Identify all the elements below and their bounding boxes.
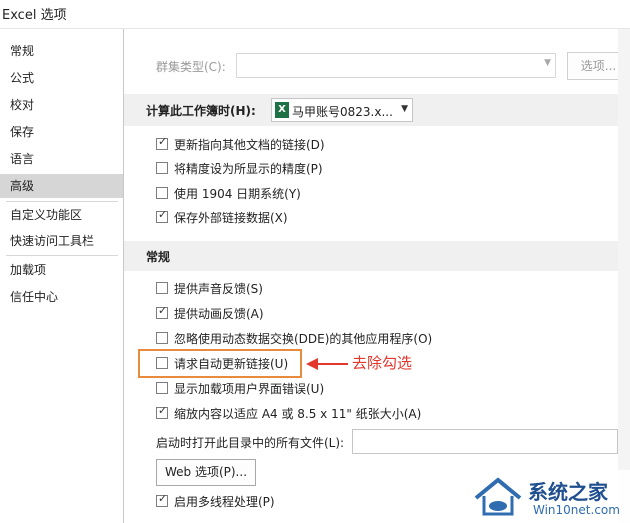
highlight-box [138, 349, 302, 378]
sidebar-item-proofing[interactable]: 校对 [0, 93, 123, 117]
house-logo-icon [474, 477, 522, 516]
window-title: Excel 选项 [2, 8, 67, 23]
checkbox-box[interactable]: ✓ [156, 492, 168, 507]
advanced-options-panel: 群集类型(C): ▼ 选项... 计算此工作簿时(H): X 马甲账号0823.… [124, 29, 630, 523]
cluster-type-label: 群集类型(C): [156, 60, 226, 74]
checkbox-label: 缩放内容以适应 A4 或 8.5 x 11" 纸张大小(A) [174, 407, 422, 421]
startup-folder-label: 启动时打开此目录中的所有文件(L): [156, 436, 345, 450]
web-options-button[interactable]: Web 选项(P)... [156, 459, 256, 486]
watermark-url: Win10net.com [533, 503, 620, 517]
general-section-title: 常规 [146, 250, 171, 264]
checkbox-box[interactable]: ✓ [156, 404, 168, 419]
sidebar-item-customize-ribbon[interactable]: 自定义功能区 [0, 203, 123, 227]
checkbox-label: 更新指向其他文档的链接(D) [174, 138, 325, 152]
checkbox-label: 使用 1904 日期系统(Y) [174, 187, 301, 201]
sidebar-item-formulas[interactable]: 公式 [0, 66, 123, 90]
checkmark-icon: ✓ [158, 304, 168, 317]
checkbox-box[interactable] [156, 162, 168, 174]
excel-file-icon: X [275, 102, 289, 118]
checkbox-label: 忽略使用动态数据交换(DDE)的其他应用程序(O) [174, 332, 433, 346]
annotation-text: 去除勾选 [352, 354, 413, 372]
arrow-left-icon [306, 358, 348, 370]
chevron-down-icon: ▼ [544, 58, 551, 68]
sidebar-item-quick-access-toolbar[interactable]: 快速访问工具栏 [0, 229, 123, 253]
sidebar-divider [6, 255, 118, 256]
checkmark-icon: ✓ [158, 492, 168, 505]
checkbox-box[interactable]: ✓ [156, 135, 168, 150]
sidebar-item-general[interactable]: 常规 [0, 39, 123, 63]
sidebar-item-advanced[interactable]: 高级 [0, 174, 123, 198]
calc-section-title: 计算此工作簿时(H): [146, 104, 256, 118]
vertical-scrollbar[interactable] [618, 29, 630, 523]
checkbox-label: 将精度设为所显示的精度(P) [174, 162, 323, 176]
sidebar-divider [6, 201, 118, 202]
checkbox-label: 显示加载项用户界面错误(U) [174, 382, 325, 396]
checkmark-icon: ✓ [158, 208, 168, 221]
section-header-general [124, 241, 618, 271]
title-bar: Excel 选项 [0, 0, 630, 29]
startup-folder-input[interactable] [352, 429, 618, 454]
checkbox-label: 启用多线程处理(P) [174, 495, 275, 509]
watermark-brand: 系统之家 [528, 480, 608, 504]
options-sidebar: 常规 公式 校对 保存 语言 高级 自定义功能区 快速访问工具栏 加载项 信任中… [0, 29, 124, 523]
checkmark-icon: ✓ [158, 404, 168, 417]
sidebar-item-save[interactable]: 保存 [0, 120, 123, 144]
checkbox-box[interactable] [156, 332, 168, 344]
sidebar-item-language[interactable]: 语言 [0, 147, 123, 171]
checkmark-icon: ✓ [158, 135, 168, 148]
workbook-select-value: 马甲账号0823.x... [292, 105, 393, 119]
checkbox-label: 提供声音反馈(S) [174, 282, 263, 296]
chevron-down-icon: ▼ [401, 104, 408, 114]
checkbox-box[interactable]: ✓ [156, 208, 168, 223]
checkbox-box[interactable]: ✓ [156, 304, 168, 319]
workbook-select[interactable]: X 马甲账号0823.x... ▼ [271, 98, 413, 122]
sidebar-item-add-ins[interactable]: 加载项 [0, 258, 123, 282]
checkbox-label: 提供动画反馈(A) [174, 307, 264, 321]
checkbox-box[interactable] [156, 382, 168, 394]
sidebar-item-trust-center[interactable]: 信任中心 [0, 285, 123, 309]
checkbox-label: 保存外部链接数据(X) [174, 211, 288, 225]
checkbox-box[interactable] [156, 282, 168, 294]
cluster-type-select[interactable]: ▼ [236, 53, 556, 78]
checkbox-box[interactable] [156, 187, 168, 199]
